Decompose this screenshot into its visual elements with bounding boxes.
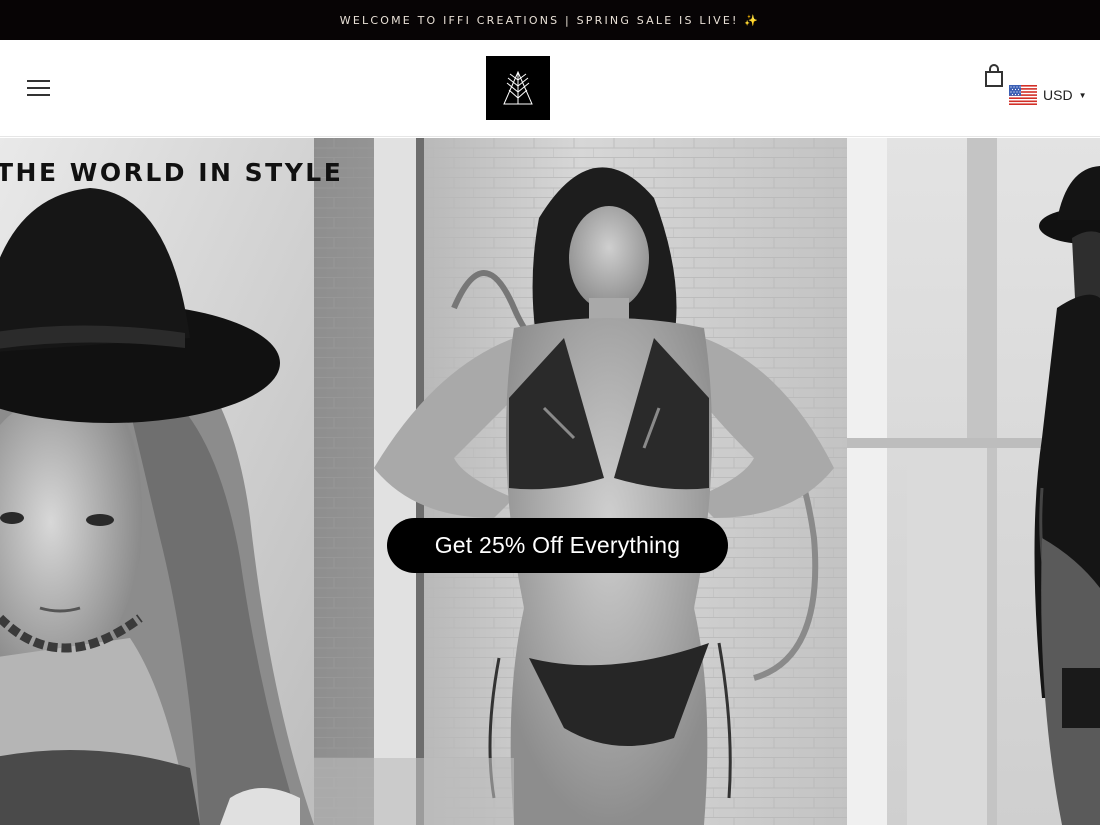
hero-banner[interactable]: THE WORLD IN STYLE Get 25% Off Everythin… [0,138,1100,825]
brand-logo-mark-icon [503,70,533,105]
currency-selector[interactable]: USD ▼ [1009,84,1086,106]
hero-image-hat-model [0,138,314,825]
us-flag-icon [1009,85,1037,105]
hero-image-dress-model [847,138,1100,825]
hero-heading: THE WORLD IN STYLE [0,158,344,187]
announcement-text: WELCOME TO IFFI CREATIONS | SPRING SALE … [339,13,761,27]
hamburger-menu-icon[interactable] [27,80,50,97]
brand-logo[interactable] [486,56,550,120]
hero-image-bikini-model [314,138,847,825]
announcement-bar: WELCOME TO IFFI CREATIONS | SPRING SALE … [0,0,1100,40]
get-discount-button[interactable]: Get 25% Off Everything [387,518,728,573]
site-header: USD ▼ [0,40,1100,137]
currency-code: USD [1043,87,1073,103]
shopping-bag-icon[interactable] [983,64,1005,88]
caret-down-icon: ▼ [1078,90,1087,100]
